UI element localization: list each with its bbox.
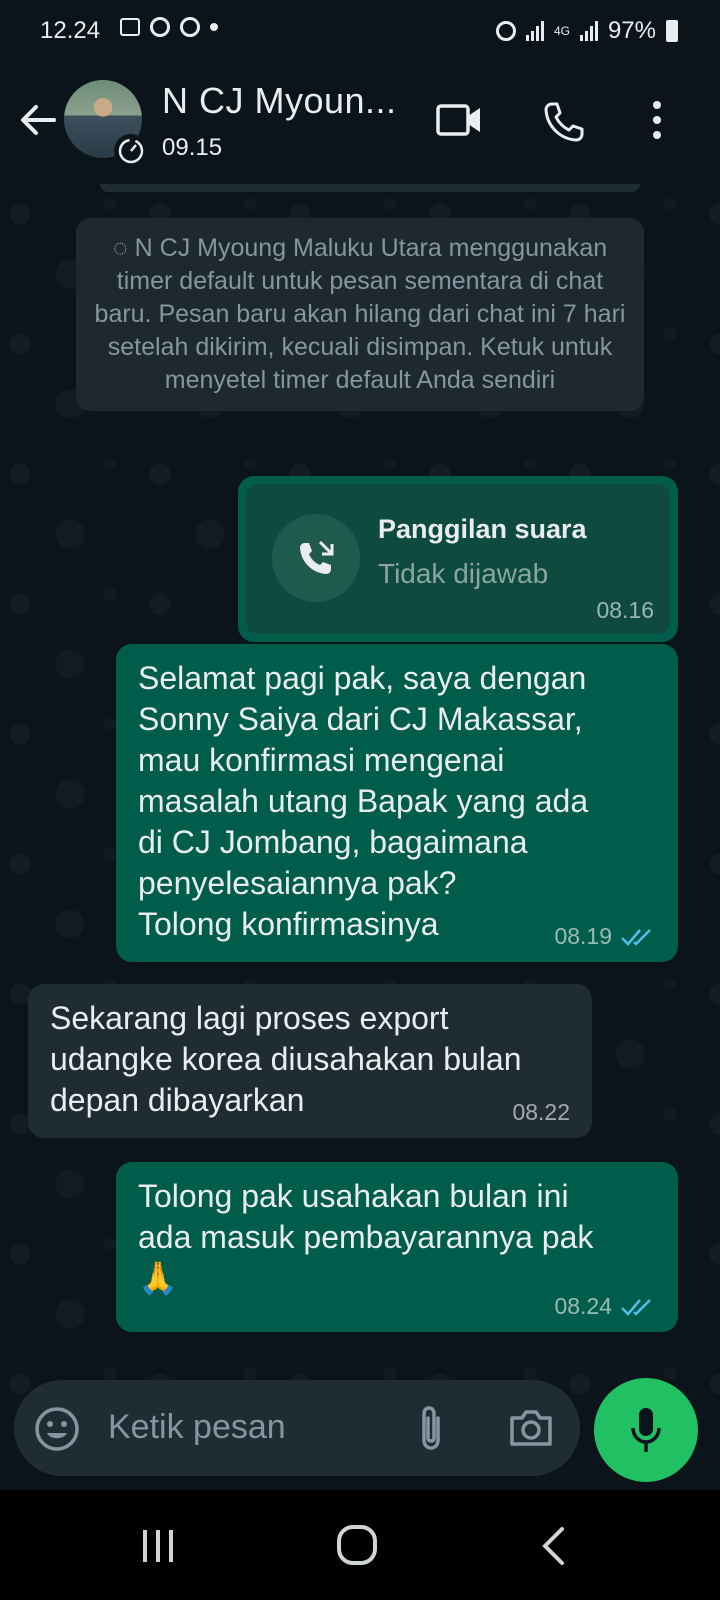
outgoing-message[interactable]: Tolong pak usahakan bulan ini ada masuk … <box>116 1162 678 1332</box>
message-text: Selamat pagi pak, saya dengan Sonny Saiy… <box>138 660 589 942</box>
message-text: Tolong pak usahakan bulan ini ada masuk … <box>138 1178 594 1296</box>
timer-icon: ◌ <box>112 234 135 262</box>
message-meta: 08.16 <box>596 597 654 624</box>
home-icon[interactable] <box>336 1524 378 1566</box>
timer-icon <box>114 134 148 168</box>
status-bar: 12.24 4G 97% <box>0 0 720 62</box>
double-check-icon <box>621 1298 651 1316</box>
message-input[interactable]: Ketik pesan <box>108 1408 286 1447</box>
status-time: 12.24 <box>40 17 101 44</box>
mic-icon <box>631 1408 661 1452</box>
back-arrow-icon[interactable] <box>18 100 58 140</box>
system-icons: 4G 97% <box>495 17 678 45</box>
message-meta: 08.19 <box>554 923 656 950</box>
chat-header: N CJ Myoun... 09.15 <box>0 62 720 184</box>
alarm-icon <box>495 21 516 41</box>
double-check-icon <box>621 928 651 946</box>
missed-call-message[interactable]: Panggilan suara Tidak dijawab 08.16 <box>238 476 678 642</box>
message-meta: 08.24 <box>554 1293 656 1320</box>
outgoing-message[interactable]: Selamat pagi pak, saya dengan Sonny Saiy… <box>116 644 678 962</box>
message-time: 08.16 <box>596 597 654 623</box>
call-card: Panggilan suara Tidak dijawab 08.16 <box>246 484 670 634</box>
message-meta: 08.22 <box>512 1099 570 1126</box>
message-composer: Ketik pesan <box>14 1380 580 1476</box>
more-notifications-icon <box>210 23 218 31</box>
message-time: 08.22 <box>512 1099 570 1125</box>
mic-button[interactable] <box>594 1378 698 1482</box>
disappearing-messages-notice[interactable]: ◌ N CJ Myoung Maluku Utara menggunakan t… <box>76 218 644 411</box>
call-title: Panggilan suara <box>378 514 587 544</box>
video-call-icon[interactable] <box>436 100 482 140</box>
missed-call-icon <box>272 514 360 602</box>
contact-name[interactable]: N CJ Myoun... <box>162 80 397 122</box>
network-type: 4G <box>553 24 570 38</box>
signal-icon <box>525 21 544 41</box>
gallery-notification-icon <box>120 18 140 36</box>
emoji-icon[interactable] <box>34 1406 80 1452</box>
message-time: 08.24 <box>554 1293 612 1319</box>
previous-message-edge <box>100 184 640 192</box>
contact-status: 09.15 <box>162 134 223 161</box>
notification-icons <box>120 17 218 37</box>
more-icon[interactable] <box>650 100 664 140</box>
back-icon[interactable] <box>540 1526 566 1566</box>
battery-icon <box>666 20 678 42</box>
message-time: 08.19 <box>554 923 612 949</box>
message-text: Sekarang lagi proses export udangke kore… <box>50 1000 522 1118</box>
battery-percent: 97% <box>607 17 656 44</box>
phone-icon[interactable] <box>542 100 586 144</box>
camera-icon[interactable] <box>508 1408 554 1448</box>
chrome-notification-icon <box>150 17 170 37</box>
notice-text: N CJ Myoung Maluku Utara menggunakan tim… <box>94 234 626 394</box>
recents-icon[interactable] <box>140 1528 176 1564</box>
incoming-message[interactable]: Sekarang lagi proses export udangke kore… <box>28 984 592 1138</box>
call-subtitle: Tidak dijawab <box>378 558 549 589</box>
signal-icon <box>579 21 598 41</box>
chat-area[interactable]: ◌ N CJ Myoung Maluku Utara menggunakan t… <box>0 184 720 1484</box>
system-navigation-bar <box>0 1490 720 1600</box>
attach-icon[interactable] <box>416 1404 446 1452</box>
chrome-notification-icon <box>180 17 200 37</box>
